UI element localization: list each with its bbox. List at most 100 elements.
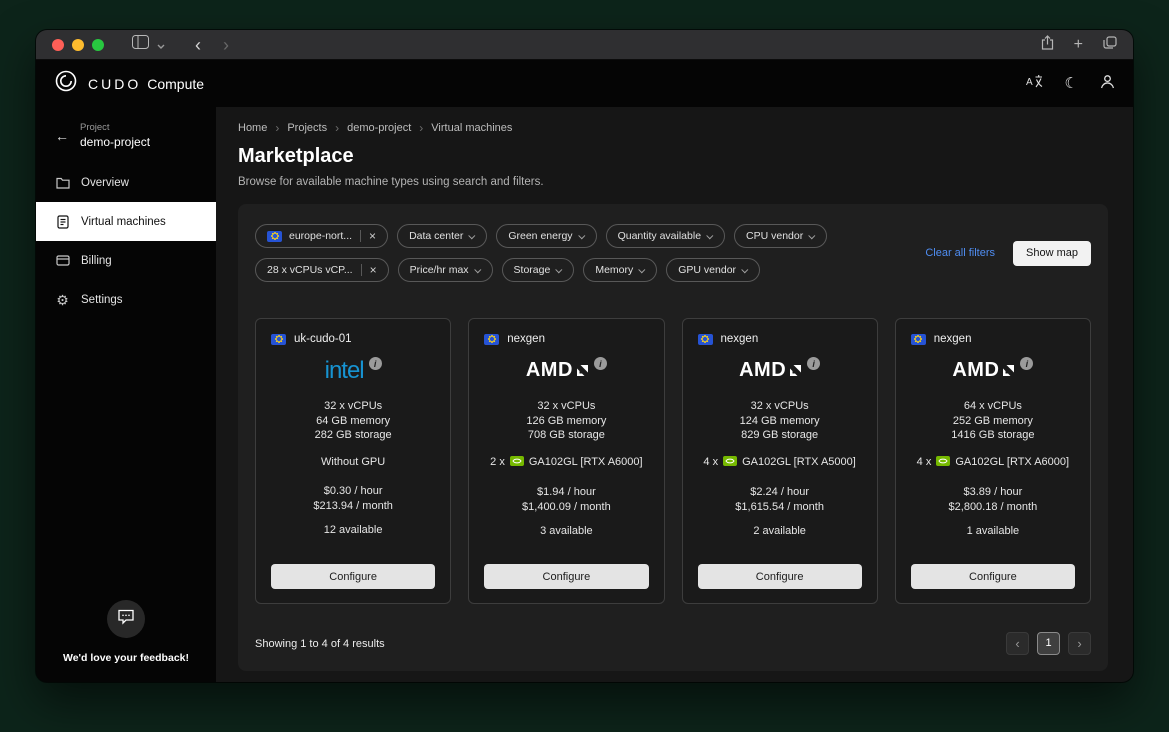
- remove-filter-icon[interactable]: ×: [360, 264, 377, 276]
- sidebar-item-overview[interactable]: Overview: [36, 163, 216, 202]
- info-icon[interactable]: i: [1020, 357, 1034, 370]
- user-account-icon[interactable]: [1100, 74, 1115, 94]
- gear-icon: ⚙: [56, 291, 69, 308]
- breadcrumb-projects[interactable]: Projects: [287, 122, 327, 134]
- machine-card: uk-cudo-01 intel i 32 x vCPUs 64 GB memo…: [255, 318, 452, 604]
- remove-filter-icon[interactable]: ×: [360, 230, 376, 242]
- filter-chip-data-center[interactable]: Data center: [397, 224, 488, 248]
- price-hour: $0.30 / hour: [323, 484, 383, 497]
- feedback-text: We'd love your feedback!: [62, 652, 189, 664]
- feedback-button[interactable]: [107, 600, 145, 638]
- close-window-button[interactable]: [52, 38, 64, 51]
- configure-button[interactable]: Configure: [484, 564, 649, 589]
- browser-back-button[interactable]: ‹: [195, 36, 201, 54]
- breadcrumb-demo-project[interactable]: demo-project: [347, 122, 411, 134]
- sidebar-item-billing[interactable]: Billing: [36, 241, 216, 280]
- pagination-next-button[interactable]: ›: [1068, 632, 1091, 655]
- price-month: $2,800.18 / month: [948, 501, 1038, 513]
- chat-bubble-icon: [117, 609, 135, 630]
- filter-chip-vcpus[interactable]: 28 x vCPUs vCP... ×: [255, 258, 389, 282]
- svg-text:A: A: [1026, 77, 1033, 88]
- storage: 829 GB storage: [741, 429, 819, 441]
- filter-chip-region[interactable]: europe-nort... ×: [255, 224, 389, 248]
- gpu-count: 4 x: [916, 456, 932, 468]
- breadcrumb-separator-icon: ›: [419, 121, 424, 135]
- chevron-down-icon: [555, 265, 563, 273]
- sidebar-item-label: Billing: [81, 254, 112, 267]
- breadcrumb-separator-icon: ›: [275, 121, 280, 135]
- browser-chrome: ‹ › +: [36, 30, 1133, 60]
- chevron-down-icon[interactable]: [157, 36, 165, 54]
- tab-overview-icon[interactable]: [1103, 35, 1117, 54]
- share-icon[interactable]: [1041, 34, 1054, 55]
- breadcrumb-home[interactable]: Home: [238, 122, 267, 134]
- pagination: ‹ 1 ›: [1006, 632, 1091, 655]
- sidebar: ← Project demo-project Overview Virtual …: [36, 107, 216, 682]
- machine-card: nexgen AMD i 32 x vCPUs 126 GB memory 70…: [468, 318, 665, 604]
- clear-all-filters-link[interactable]: Clear all filters: [925, 247, 995, 259]
- configure-button[interactable]: Configure: [697, 564, 862, 589]
- nvidia-icon: [936, 455, 951, 469]
- breadcrumb-virtual-machines[interactable]: Virtual machines: [431, 122, 512, 134]
- browser-window: ‹ › + CUDO Compute A ☾ ← Project demo-pr…: [36, 30, 1133, 682]
- vcpus: 32 x vCPUs: [750, 400, 809, 412]
- amd-logo: AMD: [739, 358, 802, 382]
- back-arrow-icon[interactable]: ←: [55, 129, 69, 143]
- show-map-button[interactable]: Show map: [1013, 240, 1091, 266]
- dark-mode-icon[interactable]: ☾: [1065, 76, 1078, 91]
- filter-chip-price-hr-max[interactable]: Price/hr max: [397, 258, 493, 282]
- price-hour: $1.94 / hour: [537, 485, 596, 498]
- filter-chip-storage[interactable]: Storage: [501, 258, 575, 282]
- pagination-prev-button[interactable]: ‹: [1006, 632, 1029, 655]
- info-icon[interactable]: i: [807, 357, 821, 370]
- filter-chip-memory[interactable]: Memory: [583, 258, 658, 282]
- memory: 124 GB memory: [739, 414, 820, 427]
- availability: 12 available: [323, 523, 383, 536]
- price-month: $1,615.54 / month: [735, 501, 824, 513]
- sidebar-item-virtual-machines[interactable]: Virtual machines: [36, 202, 216, 241]
- chip-label: GPU vendor: [678, 264, 737, 276]
- memory: 126 GB memory: [526, 414, 607, 427]
- filter-chip-cpu-vendor[interactable]: CPU vendor: [734, 224, 828, 248]
- storage: 282 GB storage: [314, 429, 392, 441]
- browser-forward-button[interactable]: ›: [223, 36, 229, 54]
- info-icon[interactable]: i: [368, 357, 382, 370]
- maximize-window-button[interactable]: [92, 38, 104, 51]
- chip-label: Quantity available: [617, 230, 702, 242]
- datacenter-name: nexgen: [720, 333, 759, 345]
- pagination-page-1[interactable]: 1: [1037, 632, 1060, 655]
- project-switcher[interactable]: ← Project demo-project: [36, 107, 216, 163]
- configure-button[interactable]: Configure: [271, 564, 436, 589]
- availability: 3 available: [540, 524, 593, 537]
- eu-flag-icon: [267, 230, 282, 242]
- virtual-machine-icon: [55, 214, 70, 229]
- storage: 708 GB storage: [527, 429, 605, 441]
- price-month: $213.94 / month: [313, 500, 393, 512]
- sidebar-item-settings[interactable]: ⚙ Settings: [36, 280, 216, 319]
- gpu-count: 2 x: [490, 456, 505, 468]
- chip-label: CPU vendor: [746, 230, 804, 242]
- configure-button[interactable]: Configure: [910, 564, 1075, 589]
- breadcrumb: Home › Projects › demo-project › Virtual…: [238, 121, 1108, 135]
- gpu-model: GA102GL [RTX A5000]: [742, 456, 856, 468]
- sidebar-toggle-icon[interactable]: [132, 35, 149, 54]
- price-month: $1,400.09 / month: [522, 501, 611, 513]
- chevron-down-icon: [468, 231, 476, 239]
- filter-chip-green-energy[interactable]: Green energy: [496, 224, 597, 248]
- amd-wordmark: AMD: [952, 359, 1000, 381]
- gpu-model: GA102GL [RTX A6000]: [528, 456, 643, 468]
- filter-chip-quantity-available[interactable]: Quantity available: [605, 224, 726, 248]
- filter-chip-gpu-vendor[interactable]: GPU vendor: [666, 258, 761, 282]
- datacenter-name: nexgen: [507, 333, 545, 345]
- info-icon[interactable]: i: [593, 357, 607, 370]
- translate-icon[interactable]: A: [1026, 74, 1043, 94]
- sidebar-item-label: Settings: [81, 293, 123, 306]
- minimize-window-button[interactable]: [72, 38, 84, 51]
- amd-wordmark: AMD: [739, 359, 787, 381]
- cudo-logo-icon[interactable]: [54, 69, 78, 98]
- new-tab-icon[interactable]: +: [1074, 36, 1083, 53]
- chip-label: Memory: [595, 264, 634, 276]
- results-summary: Showing 1 to 4 of 4 results: [255, 637, 385, 650]
- memory: 252 GB memory: [952, 414, 1033, 427]
- chevron-down-icon: [577, 231, 585, 239]
